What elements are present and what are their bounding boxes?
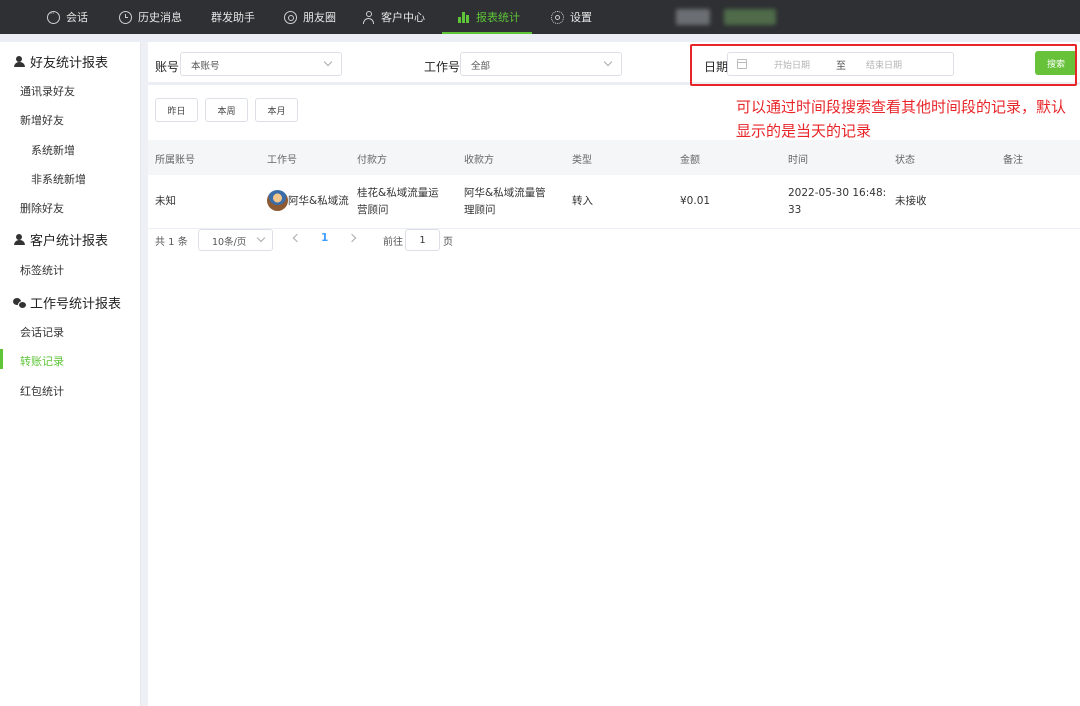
- nav-item-history[interactable]: 历史消息: [119, 0, 182, 34]
- section-title: 好友统计报表: [30, 56, 109, 71]
- sidebar-active-indicator: [0, 349, 3, 369]
- section-title: 客户统计报表: [30, 234, 109, 249]
- sidebar-section-worknum[interactable]: 工作号统计报表: [13, 293, 121, 312]
- sidebar-item-chat-records[interactable]: 会话记录: [20, 324, 64, 340]
- nav-item-chat[interactable]: 会话: [47, 0, 88, 34]
- blurred-username: [724, 9, 776, 25]
- nav-item-broadcast[interactable]: 群发助手: [211, 0, 255, 34]
- nav-item-moments[interactable]: 朋友圈: [284, 0, 336, 34]
- nav-item-reports[interactable]: 报表统计: [457, 0, 520, 34]
- worknum-select-value: 全部: [471, 61, 491, 72]
- worknum-select[interactable]: 全部: [460, 52, 622, 76]
- chat-icon: [47, 9, 60, 24]
- nav-label: 朋友圈: [303, 11, 336, 24]
- nav-label: 会话: [66, 11, 88, 24]
- user-icon: [362, 10, 375, 24]
- blurred-avatar: [676, 9, 710, 25]
- sidebar-item-tag-stats[interactable]: 标签统计: [20, 262, 64, 278]
- nav-label: 报表统计: [476, 11, 520, 24]
- wechat-icon: [13, 297, 27, 309]
- person-icon: [13, 233, 25, 246]
- column-header: 工作号: [267, 155, 297, 166]
- cell-type: 转入: [572, 195, 593, 207]
- cell-payer-line2: 营顾问: [357, 204, 389, 216]
- sidebar-item-non-system-new[interactable]: 非系统新增: [31, 171, 86, 187]
- page-size-select[interactable]: 10条/页: [198, 229, 273, 251]
- sidebar-item-red-packet-stats[interactable]: 红包统计: [20, 383, 64, 399]
- bar-chart-icon: [457, 11, 470, 24]
- column-header: 金额: [680, 155, 700, 166]
- nav-item-settings[interactable]: 设置: [551, 0, 592, 34]
- column-header: 状态: [895, 155, 915, 166]
- cell-time-line1: 2022-05-30 16:48:: [788, 187, 887, 199]
- account-select-value: 本账号: [191, 61, 220, 72]
- nav-label: 设置: [570, 11, 592, 24]
- row-divider: [148, 228, 1080, 229]
- cell-worknum: 阿华&私域流: [288, 195, 349, 207]
- header-band: [0, 34, 1080, 42]
- page-suffix: 页: [443, 237, 453, 248]
- chevron-down-icon: [256, 233, 266, 243]
- pagination-total: 共 1 条: [155, 237, 188, 248]
- nav-label: 客户中心: [381, 11, 425, 24]
- annotation-text: 可以通过时间段搜索查看其他时间段的记录，默认显示的是当天的记录: [736, 98, 1067, 140]
- chevron-down-icon: [603, 57, 613, 67]
- account-label: 账号: [155, 60, 180, 74]
- cell-account: 未知: [155, 195, 176, 207]
- sidebar-item-contacts-friends[interactable]: 通讯录好友: [20, 83, 75, 99]
- top-nav: 会话 历史消息 群发助手 朋友圈 客户中心 报表统计 设置: [0, 0, 1080, 34]
- nav-label: 群发助手: [211, 11, 255, 24]
- sidebar-item-deleted-friends[interactable]: 删除好友: [20, 200, 64, 216]
- this-week-button[interactable]: 本周: [205, 98, 248, 122]
- yesterday-button[interactable]: 昨日: [155, 98, 198, 122]
- column-header: 所属账号: [155, 155, 195, 166]
- gear-icon: [551, 10, 564, 24]
- goto-page-input[interactable]: 1: [405, 229, 440, 251]
- page-size-value: 10条/页: [212, 237, 247, 248]
- cell-payer-line1: 桂花&私域流量运: [357, 187, 439, 199]
- sidebar-section-friends[interactable]: 好友统计报表: [13, 52, 108, 71]
- sidebar-item-system-new[interactable]: 系统新增: [31, 142, 75, 158]
- this-month-button[interactable]: 本月: [255, 98, 298, 122]
- column-header: 付款方: [357, 155, 387, 166]
- chevron-down-icon: [323, 57, 333, 67]
- current-page-number[interactable]: 1: [321, 232, 328, 244]
- cell-payee-line1: 阿华&私域流量管: [464, 187, 546, 199]
- person-icon: [13, 55, 25, 68]
- next-page-icon[interactable]: [347, 233, 357, 243]
- annotation-highlight-box: [690, 44, 1077, 86]
- nav-item-customer-center[interactable]: 客户中心: [362, 0, 425, 34]
- column-header: 收款方: [464, 155, 494, 166]
- sidebar-section-customers[interactable]: 客户统计报表: [13, 230, 108, 249]
- cell-status: 未接收: [895, 195, 927, 207]
- moments-icon: [284, 10, 297, 24]
- column-header: 类型: [572, 155, 592, 166]
- column-header: 时间: [788, 155, 808, 166]
- section-title: 工作号统计报表: [30, 297, 122, 312]
- cell-amount: ¥0.01: [680, 195, 711, 207]
- worknum-label: 工作号: [424, 60, 461, 74]
- sidebar-item-new-friends[interactable]: 新增好友: [20, 112, 64, 128]
- sidebar-divider: [141, 42, 148, 706]
- clock-icon: [119, 10, 132, 24]
- prev-page-icon[interactable]: [292, 233, 302, 243]
- avatar: [267, 190, 288, 211]
- nav-label: 历史消息: [138, 11, 182, 24]
- sidebar-item-transfer-records[interactable]: 转账记录: [20, 353, 64, 369]
- goto-label: 前往: [383, 237, 403, 248]
- account-select[interactable]: 本账号: [180, 52, 342, 76]
- cell-payee-line2: 理顾问: [464, 204, 496, 216]
- column-header: 备注: [1003, 155, 1023, 166]
- cell-time-line2: 33: [788, 204, 802, 216]
